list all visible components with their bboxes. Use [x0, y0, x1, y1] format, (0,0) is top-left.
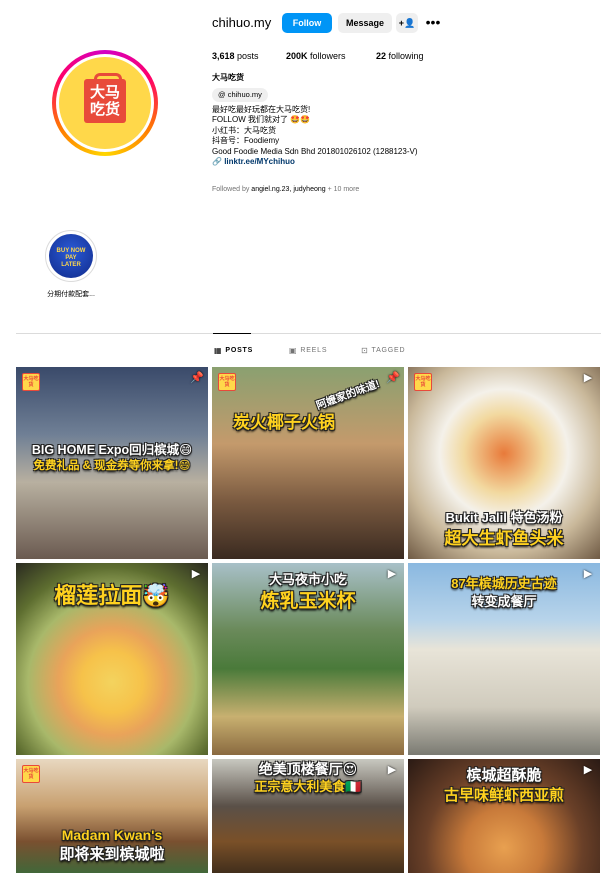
post-caption: 炭火椰子火锅 [233, 413, 335, 432]
display-name: 大马吃货 [212, 73, 244, 82]
reel-icon: ▶ [583, 372, 593, 384]
profile-avatar[interactable]: 大马吃货 [52, 50, 158, 156]
active-tab-indicator [213, 333, 251, 334]
brand-badge: 大马吃货 [22, 373, 40, 391]
add-person-icon[interactable]: +👤 [396, 13, 418, 33]
bio-line: Good Foodie Media Sdn Bhd 201801026102 (… [212, 146, 418, 156]
highlight-image: BUY NOW PAY LATER [49, 234, 93, 278]
story-highlight[interactable]: BUY NOW PAY LATER [45, 230, 97, 282]
profile-link[interactable]: 🔗 linktr.ee/MYchihuo [212, 157, 472, 168]
pinned-icon: 📌 [190, 372, 204, 384]
message-button[interactable]: Message [338, 13, 392, 33]
posts-count: 3,618 posts [212, 51, 259, 61]
bio-line: 抖音号：Foodiemy [212, 136, 280, 145]
more-options-icon[interactable]: ••• [425, 13, 441, 33]
post-tile[interactable]: ▶ 大马夜市小吃 炼乳玉米杯 [212, 563, 404, 755]
post-tile[interactable]: ▶ 绝美顶楼餐厅😍 正宗意大利美食🇮🇹 [212, 759, 404, 873]
bio-line: 最好吃最好玩都在大马吃货! [212, 104, 311, 114]
post-caption: BIG HOME Expo回归槟城😄 [31, 443, 193, 457]
bio-line: FOLLOW 我们就对了 🤩🤩 [212, 115, 311, 124]
tab-reels[interactable]: ▣ REELS [289, 346, 327, 355]
tab-posts[interactable]: ▦ POSTS [214, 346, 253, 355]
tabs-divider [16, 333, 601, 334]
reel-icon: ▶ [191, 568, 201, 580]
post-caption: 槟城超酥脆 [466, 767, 542, 784]
post-caption: 榴莲拉面🤯 [54, 583, 170, 608]
profile-username: chihuo.my [212, 15, 272, 30]
post-caption: 炼乳玉米杯 [260, 591, 356, 612]
brand-badge: 大马吃货 [414, 373, 432, 391]
post-tile[interactable]: ▶ 榴莲拉面🤯 [16, 563, 208, 755]
followers-count[interactable]: 200K followers [286, 51, 346, 61]
post-caption: 免费礼品 & 现金券等你来拿!😄 [33, 460, 191, 472]
post-caption: 大马夜市小吃 [268, 572, 347, 587]
logo-text: 大马吃货 [90, 84, 121, 118]
followed-by[interactable]: Followed by angiel.ng.23, judyheong + 10… [212, 186, 359, 193]
post-tile[interactable]: ▶ 87年槟城历史古迹 转变成餐厅 [408, 563, 600, 755]
post-caption: 超大生虾鱼头米 [444, 529, 564, 548]
threads-badge[interactable]: @ chihuo.my [212, 87, 268, 102]
threads-icon: @ [218, 89, 226, 99]
post-tile[interactable]: 大马吃货 📌 阿嬷家的味道! 炭火椰子火锅 [212, 367, 404, 559]
post-caption: 古早味鲜虾西亚煎 [443, 787, 564, 804]
post-caption: 即将来到槟城啦 [59, 846, 165, 863]
post-caption: 绝美顶楼餐厅😍 [258, 761, 358, 777]
tagged-icon: ⊡ [361, 346, 369, 355]
post-caption: 转变成餐厅 [471, 594, 537, 609]
post-tile[interactable]: 大马吃货 📌 BIG HOME Expo回归槟城😄 免费礼品 & 现金券等你来拿… [16, 367, 208, 559]
following-count[interactable]: 22 following [376, 51, 424, 61]
tab-tagged[interactable]: ⊡ TAGGED [361, 346, 405, 355]
grid-icon: ▦ [214, 346, 223, 355]
post-tile[interactable]: 大马吃货 Madam Kwan's 即将来到槟城啦 [16, 759, 208, 873]
follow-button[interactable]: Follow [282, 13, 332, 33]
post-caption: Madam Kwan's [61, 827, 163, 843]
post-caption: 正宗意大利美食🇮🇹 [254, 779, 362, 794]
brand-badge: 大马吃货 [22, 765, 40, 783]
post-tile[interactable]: 大马吃货 ▶ Bukit Jalil 特色汤粉 超大生虾鱼头米 [408, 367, 600, 559]
reels-icon: ▣ [289, 346, 298, 355]
post-tile[interactable]: ▶ 槟城超酥脆 古早味鲜虾西亚煎 [408, 759, 600, 873]
profile-bio: 大马吃货 @ chihuo.my 最好吃最好玩都在大马吃货! FOLLOW 我们… [212, 73, 472, 168]
brand-logo: 大马吃货 [84, 73, 126, 123]
post-caption: 87年槟城历史古迹 [451, 576, 557, 591]
link-icon: 🔗 [212, 157, 222, 166]
post-caption: Bukit Jalil 特色汤粉 [445, 510, 563, 525]
highlight-label[interactable]: 分期付款配套... [30, 289, 112, 299]
brand-badge: 大马吃货 [218, 373, 236, 391]
bio-line: 小红书：大马吃货 [212, 125, 276, 135]
